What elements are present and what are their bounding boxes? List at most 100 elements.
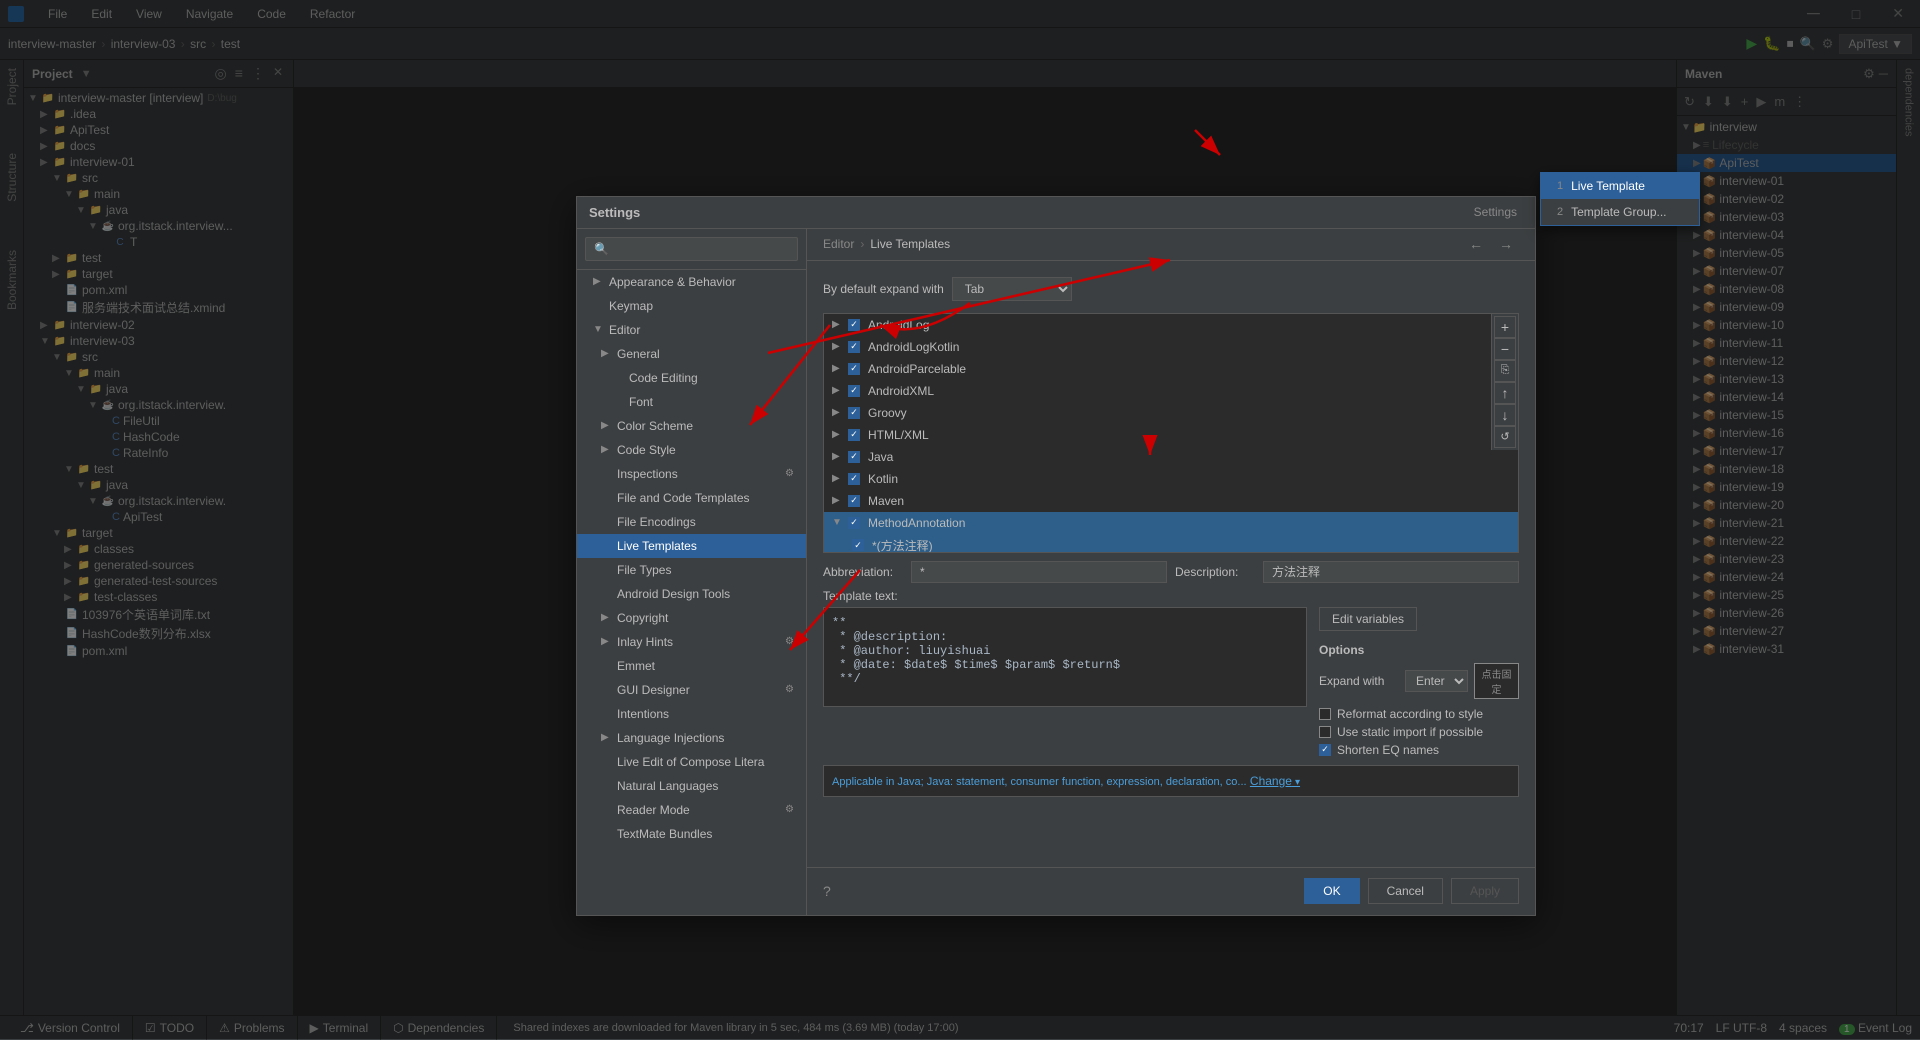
group-label: AndroidParcelable (868, 362, 966, 376)
settings-nav-code-editing[interactable]: Code Editing (577, 366, 806, 390)
group-label: AndroidLog (868, 318, 929, 332)
settings-nav-inspections[interactable]: Inspections ⚙ (577, 462, 806, 486)
add-dropdown-popup: 1 Live Template 2 Template Group... (1540, 172, 1700, 226)
template-group-java[interactable]: ▶ ✓ Java (824, 446, 1518, 468)
group-checkbox[interactable]: ✓ (848, 341, 860, 353)
help-icon[interactable]: ? (823, 883, 831, 899)
applicable-text: Applicable in Java; Java: statement, con… (832, 776, 1247, 788)
add-template-button[interactable]: + (1494, 316, 1516, 338)
settings-nav-color-scheme[interactable]: ▶ Color Scheme (577, 414, 806, 438)
template-text-input[interactable]: ** * @description: * @author: liuyishuai… (823, 607, 1307, 707)
settings-search-input[interactable] (585, 237, 798, 261)
group-checkbox[interactable]: ✓ (848, 385, 860, 397)
settings-nav-android-design[interactable]: Android Design Tools (577, 582, 806, 606)
restore-button[interactable]: ↺ (1494, 426, 1516, 448)
settings-nav-live-templates[interactable]: Live Templates (577, 534, 806, 558)
ok-button[interactable]: OK (1304, 878, 1359, 904)
template-group-android-parcelable[interactable]: ▶ ✓ AndroidParcelable (824, 358, 1518, 380)
expand-icon: ▶ (601, 420, 613, 431)
settings-nav-file-code-templates[interactable]: File and Code Templates (577, 486, 806, 510)
cancel-button[interactable]: Cancel (1368, 878, 1443, 904)
settings-nav-gui-designer[interactable]: GUI Designer ⚙ (577, 678, 806, 702)
settings-nav-file-types[interactable]: File Types (577, 558, 806, 582)
settings-breadcrumb: Editor › Live Templates ← → (807, 229, 1535, 261)
template-group-android-xml[interactable]: ▶ ✓ AndroidXML (824, 380, 1518, 402)
settings-dialog-title: Settings (589, 205, 1468, 220)
group-expand-icon: ▼ (832, 517, 844, 528)
settings-nav-editor[interactable]: ▼ Editor (577, 318, 806, 342)
expand-with-option-select[interactable]: Enter (1405, 670, 1468, 692)
settings-nav-live-edit[interactable]: Live Edit of Compose Litera (577, 750, 806, 774)
item-checkbox[interactable]: ✓ (852, 539, 864, 551)
pin-button[interactable]: 点击固定 (1474, 663, 1519, 699)
dropdown-item-label-2: Template Group... (1571, 205, 1666, 219)
settings-titlebar: Settings Settings (577, 197, 1535, 229)
settings-nav-file-encodings[interactable]: File Encodings (577, 510, 806, 534)
group-checkbox[interactable]: ✓ (848, 451, 860, 463)
settings-nav-forward[interactable]: → (1493, 234, 1519, 254)
item-label: *(方法注释) (872, 537, 933, 553)
abbreviation-label: Abbreviation: (823, 565, 903, 579)
dropdown-item-live-template[interactable]: 1 Live Template (1541, 173, 1699, 199)
settings-nav-keymap[interactable]: Keymap (577, 294, 806, 318)
group-checkbox[interactable]: ✓ (848, 517, 860, 529)
template-list: ▶ ✓ AndroidLog ▶ ✓ AndroidLogKotlin ▶ (823, 313, 1519, 553)
template-item-method-comment[interactable]: ✓ *(方法注释) (824, 534, 1518, 553)
expand-with-select[interactable]: Tab (952, 277, 1072, 301)
apply-button[interactable]: Apply (1451, 878, 1519, 904)
settings-nav-general[interactable]: ▶ General (577, 342, 806, 366)
group-checkbox[interactable]: ✓ (848, 319, 860, 331)
remove-template-button[interactable]: − (1494, 338, 1516, 360)
move-up-button[interactable]: ↑ (1494, 382, 1516, 404)
settings-nav-back[interactable]: ← (1463, 234, 1489, 254)
settings-nav-intentions[interactable]: Intentions (577, 702, 806, 726)
copy-template-button[interactable]: ⎘ (1494, 360, 1516, 382)
settings-nav-appearance[interactable]: ▶ Appearance & Behavior (577, 270, 806, 294)
dropdown-item-template-group[interactable]: 2 Template Group... (1541, 199, 1699, 225)
settings-nav-natural-languages[interactable]: Natural Languages (577, 774, 806, 798)
template-group-maven[interactable]: ▶ ✓ Maven (824, 490, 1518, 512)
abbreviation-input[interactable] (911, 561, 1167, 583)
settings-nav-copyright[interactable]: ▶ Copyright (577, 606, 806, 630)
settings-nav-language-injections[interactable]: ▶ Language Injections (577, 726, 806, 750)
settings-nav-reader-mode[interactable]: Reader Mode ⚙ (577, 798, 806, 822)
settings-dialog: Settings Settings ▶ Appearance & Behavio… (576, 196, 1536, 916)
expand-icon: ▼ (593, 324, 605, 335)
settings-nav-code-style[interactable]: ▶ Code Style (577, 438, 806, 462)
group-expand-icon: ▶ (832, 363, 844, 374)
abbreviation-row: Abbreviation: Description: (823, 561, 1519, 583)
template-group-groovy[interactable]: ▶ ✓ Groovy (824, 402, 1518, 424)
change-applicable-link[interactable]: Change ▾ (1250, 776, 1300, 788)
static-import-checkbox[interactable] (1319, 726, 1331, 738)
template-group-method-annotation[interactable]: ▼ ✓ MethodAnnotation (824, 512, 1518, 534)
settings-nav-textmate[interactable]: TextMate Bundles (577, 822, 806, 846)
group-checkbox[interactable]: ✓ (848, 363, 860, 375)
settings-nav-emmet[interactable]: Emmet (577, 654, 806, 678)
group-label: MethodAnnotation (868, 516, 965, 530)
group-expand-icon: ▶ (832, 495, 844, 506)
group-checkbox[interactable]: ✓ (848, 473, 860, 485)
settings-nav-inlay-hints[interactable]: ▶ Inlay Hints ⚙ (577, 630, 806, 654)
move-down-button[interactable]: ↓ (1494, 404, 1516, 426)
template-group-android-log[interactable]: ▶ ✓ AndroidLog (824, 314, 1518, 336)
expand-icon: ▶ (601, 348, 613, 359)
settings-close-button[interactable]: Settings (1468, 203, 1523, 221)
settings-nav-font[interactable]: Font (577, 390, 806, 414)
reader-badge: ⚙ (785, 804, 794, 815)
static-import-label: Use static import if possible (1337, 725, 1483, 739)
dropdown-item-label-1: Live Template (1571, 179, 1645, 193)
shorten-eq-checkbox[interactable]: ✓ (1319, 744, 1331, 756)
options-title: Options (1319, 643, 1519, 657)
expand-with-row: By default expand with Tab (823, 277, 1519, 301)
settings-nav: ▶ Appearance & Behavior Keymap ▼ Editor … (577, 229, 807, 915)
group-checkbox[interactable]: ✓ (848, 495, 860, 507)
description-input[interactable] (1263, 561, 1519, 583)
template-group-kotlin[interactable]: ▶ ✓ Kotlin (824, 468, 1518, 490)
template-group-android-log-kotlin[interactable]: ▶ ✓ AndroidLogKotlin (824, 336, 1518, 358)
expand-icon: ▶ (601, 636, 613, 647)
group-checkbox[interactable]: ✓ (848, 407, 860, 419)
reformat-checkbox[interactable] (1319, 708, 1331, 720)
template-group-html-xml[interactable]: ▶ ✓ HTML/XML (824, 424, 1518, 446)
group-checkbox[interactable]: ✓ (848, 429, 860, 441)
edit-variables-button[interactable]: Edit variables (1319, 607, 1417, 631)
